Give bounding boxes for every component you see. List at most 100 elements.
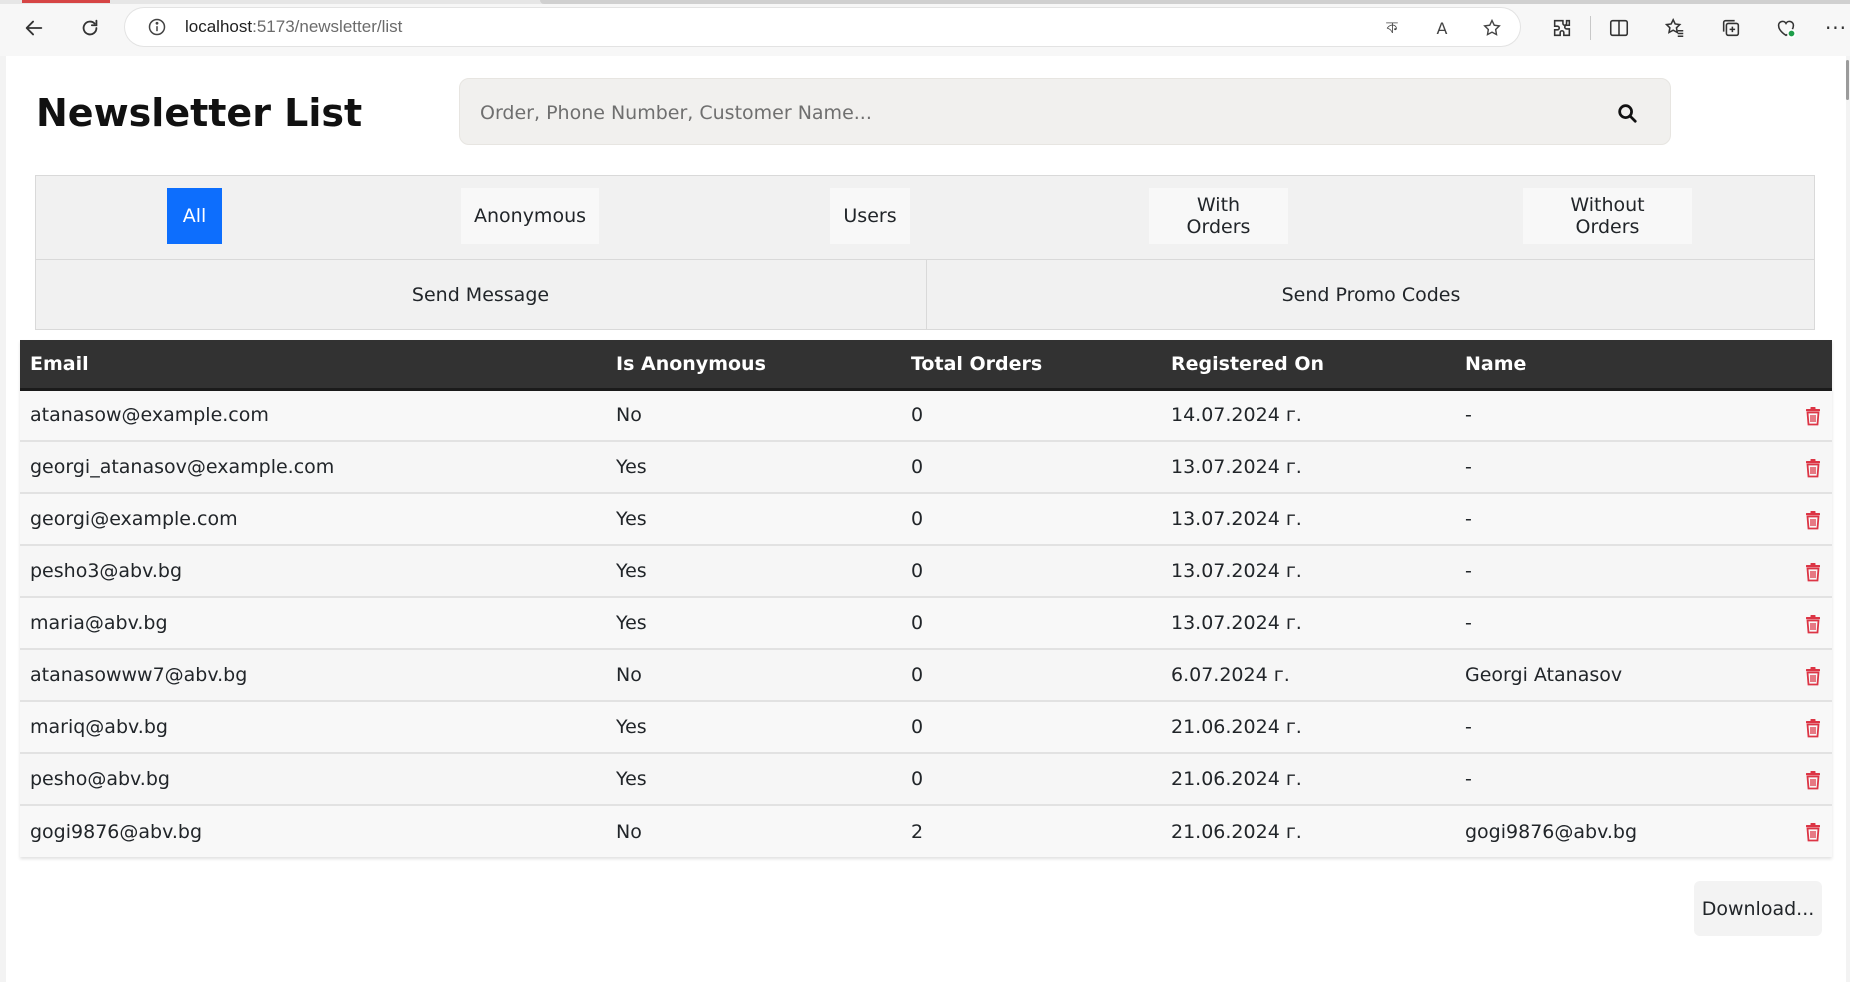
column-header-registered-on[interactable]: Registered On [1161,340,1455,391]
column-header-total-orders[interactable]: Total Orders [901,340,1161,391]
scrollbar-track[interactable] [1846,56,1850,982]
cell-registered-on: 13.07.2024 г. [1161,440,1455,493]
filter-users-button[interactable]: Users [830,188,910,244]
trash-icon [1806,770,1820,789]
delete-button[interactable] [1804,458,1822,478]
url-text[interactable]: localhost:5173/newsletter/list [185,17,402,37]
cell-total-orders: 2 [901,804,1161,857]
send-promo-codes-button[interactable]: Send Promo Codes [926,260,1815,330]
scrollbar-thumb[interactable] [1846,60,1849,100]
column-header-name[interactable]: Name [1455,340,1752,391]
cell-email: georgi_atanasov@example.com [20,440,606,493]
cell-registered-on: 13.07.2024 г. [1161,544,1455,597]
filter-panel: All Anonymous Users With Orders Without … [35,175,1815,330]
delete-button[interactable] [1804,510,1822,530]
trash-icon [1806,614,1820,633]
trash-icon [1806,406,1820,426]
column-header-email[interactable]: Email [20,340,606,391]
cell-name: - [1455,544,1752,597]
delete-button[interactable] [1804,718,1822,738]
column-header-is-anonymous[interactable]: Is Anonymous [606,340,901,391]
trash-icon [1806,510,1820,529]
search-icon [1618,104,1637,123]
cell-total-orders: 0 [901,700,1161,753]
table-row: georgi_atanasov@example.com Yes 0 13.07.202… [20,440,1832,493]
download-button[interactable]: Download... [1694,881,1822,936]
cell-total-orders: 0 [901,648,1161,701]
browser-essentials-icon[interactable] [1772,14,1800,42]
cell-registered-on: 6.07.2024 г. [1161,648,1455,701]
cell-actions [1752,440,1832,493]
cell-is-anonymous: Yes [606,440,901,493]
search-button[interactable] [1614,100,1640,126]
delete-button[interactable] [1804,614,1822,634]
delete-button[interactable] [1804,406,1822,426]
trash-icon [1806,458,1820,477]
trash-icon [1806,823,1820,842]
table-row: maria@abv.bg Yes 0 13.07.2024 г. - [20,596,1832,649]
filter-with-orders-button[interactable]: With Orders [1149,188,1288,244]
filter-without-orders-button[interactable]: Without Orders [1523,188,1692,244]
cell-registered-on: 21.06.2024 г. [1161,804,1455,857]
cell-email: georgi@example.com [20,492,606,545]
translate-icon[interactable]: ক [1380,16,1404,40]
tab-strip [0,0,1850,4]
refresh-icon [82,19,98,36]
cell-actions [1752,648,1832,701]
send-message-button[interactable]: Send Message [36,260,925,330]
cell-email: maria@abv.bg [20,596,606,649]
cell-name: gogi9876@abv.bg [1455,804,1752,857]
cell-name: - [1455,492,1752,545]
active-tab-indicator [22,0,110,3]
split-screen-icon[interactable] [1605,14,1633,42]
delete-button[interactable] [1804,770,1822,790]
cell-email: pesho3@abv.bg [20,544,606,597]
browser-toolbar: localhost:5173/newsletter/list ক A ··· [0,0,1850,56]
table-row: pesho3@abv.bg Yes 0 13.07.2024 г. - [20,544,1832,597]
cell-name: - [1455,440,1752,493]
cell-is-anonymous: No [606,804,901,857]
table-row: atanasowww7@abv.bg No 0 6.07.2024 г. Georgi … [20,648,1832,701]
info-icon[interactable] [147,17,167,37]
back-button[interactable] [16,12,52,44]
cell-is-anonymous: No [606,648,901,701]
refresh-button[interactable] [72,12,108,44]
favorite-star-icon[interactable] [1480,16,1504,40]
cell-registered-on: 21.06.2024 г. [1161,700,1455,753]
favorites-icon[interactable] [1661,14,1689,42]
extensions-icon[interactable] [1548,14,1576,42]
filter-all-button[interactable]: All [167,188,222,244]
cell-is-anonymous: Yes [606,752,901,805]
action-row: Send Message Send Promo Codes [36,260,1814,330]
collections-icon[interactable] [1717,14,1745,42]
cell-name: Georgi Atanasov [1455,648,1752,701]
cell-name: - [1455,388,1752,441]
cell-total-orders: 0 [901,440,1161,493]
more-menu-icon[interactable]: ··· [1822,14,1850,42]
delete-button[interactable] [1804,666,1822,686]
toolbar-separator [1590,16,1591,40]
table-row: gogi9876@abv.bg No 2 21.06.2024 г. gogi9876@… [20,804,1832,857]
search-input[interactable] [478,97,1582,129]
cell-email: mariq@abv.bg [20,700,606,753]
table-row: atanasow@example.com No 0 14.07.2024 г. - [20,388,1832,441]
cell-is-anonymous: Yes [606,596,901,649]
read-aloud-icon[interactable]: A [1430,16,1454,40]
filter-anonymous-button[interactable]: Anonymous [461,188,599,244]
address-bar[interactable]: localhost:5173/newsletter/list ক A [125,8,1520,46]
cell-actions [1752,492,1832,545]
cell-is-anonymous: No [606,388,901,441]
cell-email: pesho@abv.bg [20,752,606,805]
cell-total-orders: 0 [901,596,1161,649]
cell-email: gogi9876@abv.bg [20,804,606,857]
cell-actions [1752,804,1832,857]
table-header-row: Email Is Anonymous Total Orders Register… [20,340,1832,391]
table-row: mariq@abv.bg Yes 0 21.06.2024 г. - [20,700,1832,753]
trash-icon [1806,718,1820,737]
cell-name: - [1455,752,1752,805]
delete-button[interactable] [1804,562,1822,582]
delete-button[interactable] [1804,822,1822,842]
arrow-left-icon [25,20,43,36]
cell-registered-on: 13.07.2024 г. [1161,596,1455,649]
table-row: georgi@example.com Yes 0 13.07.2024 г. - [20,492,1832,545]
